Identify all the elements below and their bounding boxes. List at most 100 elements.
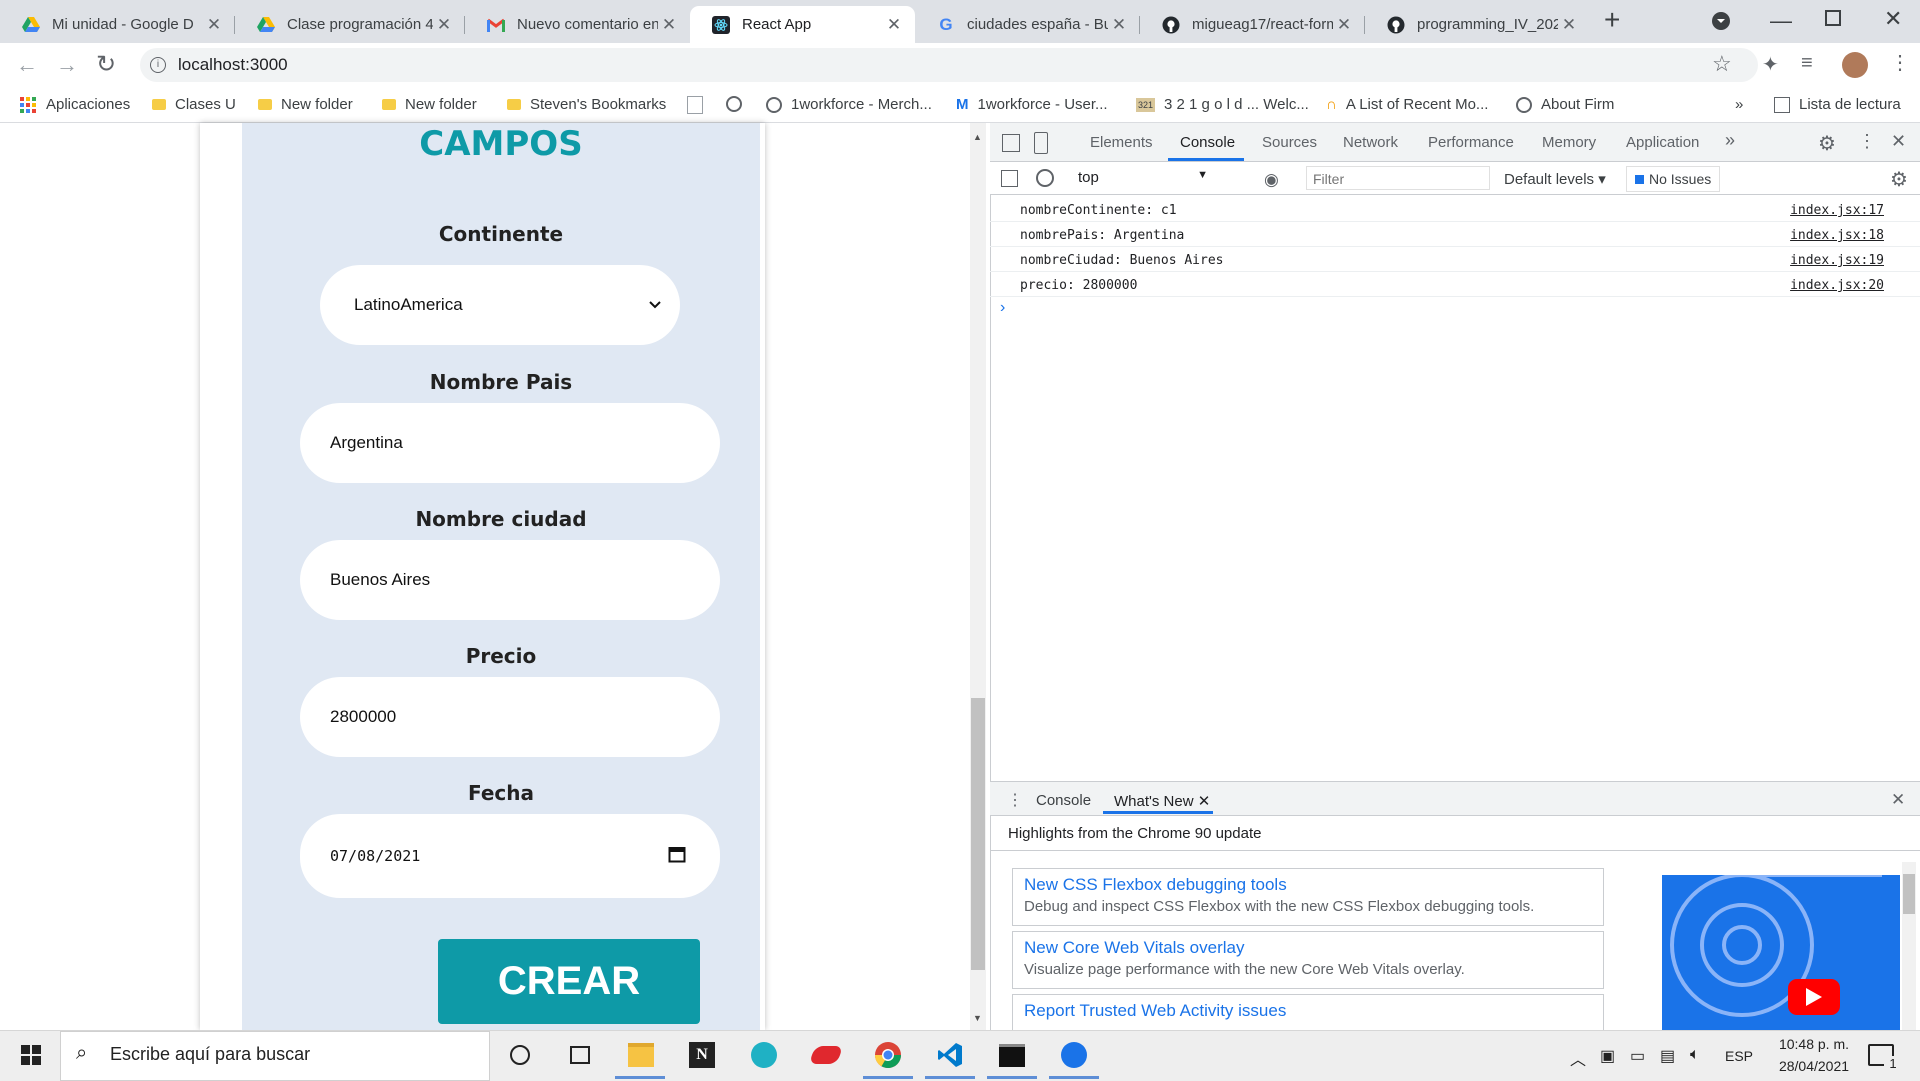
battery-icon[interactable]: ▭: [1630, 1046, 1645, 1066]
file-explorer-icon[interactable]: [626, 1040, 656, 1070]
tab-performance[interactable]: Performance: [1428, 134, 1514, 151]
price-input[interactable]: 2800000: [300, 677, 720, 757]
close-icon[interactable]: ✕: [1108, 15, 1130, 35]
restore-button[interactable]: [1825, 10, 1841, 26]
bookmark-page-icon[interactable]: [687, 96, 703, 114]
close-devtools-icon[interactable]: ✕: [1891, 131, 1906, 152]
url-text[interactable]: localhost:3000: [178, 55, 288, 75]
new-tab-button[interactable]: +: [1604, 4, 1620, 36]
tray-expand-icon[interactable]: ︿: [1570, 1046, 1586, 1070]
tab-application[interactable]: Application: [1626, 134, 1699, 151]
task-view-icon[interactable]: [565, 1040, 595, 1070]
bookmark-recent-mo[interactable]: ∩ A List of Recent Mo...: [1326, 96, 1488, 113]
volume-icon[interactable]: 🔈︎: [1690, 1046, 1700, 1064]
network-icon[interactable]: ▤: [1660, 1046, 1675, 1066]
minimize-button[interactable]: —: [1770, 8, 1792, 34]
tab-mi-unidad[interactable]: Mi unidad - Google D ✕: [0, 6, 235, 43]
tray-app-icon[interactable]: ▣: [1600, 1046, 1615, 1066]
devtools-menu-icon[interactable]: ⋮: [1858, 131, 1876, 152]
more-tabs-button[interactable]: »: [1725, 130, 1735, 151]
forward-button[interactable]: →: [56, 52, 78, 78]
notion-icon[interactable]: N: [687, 1040, 717, 1070]
avatar[interactable]: [1842, 52, 1868, 78]
clock-time[interactable]: 10:48 p. m.: [1770, 1036, 1858, 1052]
terminal-icon[interactable]: [997, 1040, 1027, 1070]
windows-start-icon[interactable]: [16, 1040, 46, 1070]
info-icon[interactable]: i: [150, 57, 166, 73]
extensions-icon[interactable]: ✦: [1762, 52, 1779, 77]
card-title[interactable]: New Core Web Vitals overlay: [1024, 938, 1603, 958]
tab-github-react-form[interactable]: migueag17/react-form ✕: [1140, 6, 1365, 43]
bookmark-stevens[interactable]: Steven's Bookmarks: [507, 96, 666, 113]
bookmark-star-icon[interactable]: ☆: [1712, 51, 1732, 77]
context-select[interactable]: top ▼: [1078, 169, 1208, 186]
whats-new-card[interactable]: Report Trusted Web Activity issues: [1012, 994, 1604, 1031]
address-bar[interactable]: [140, 48, 1758, 82]
country-input[interactable]: Argentina: [300, 403, 720, 483]
tab-search-icon[interactable]: [1712, 12, 1730, 30]
close-icon[interactable]: ✕: [1198, 793, 1211, 810]
inspect-icon[interactable]: [1002, 134, 1020, 152]
close-icon[interactable]: ✕: [1558, 15, 1580, 35]
sidebar-toggle-icon[interactable]: [1001, 170, 1018, 187]
console-prompt[interactable]: ›: [1000, 299, 1005, 317]
clock-date[interactable]: 28/04/2021: [1770, 1058, 1858, 1074]
tab-ciudades-espana[interactable]: G ciudades españa - Bus ✕: [915, 6, 1140, 43]
continent-select[interactable]: LatinoAmerica: [320, 265, 680, 345]
bookmarks-more[interactable]: »: [1735, 96, 1743, 113]
card-title[interactable]: Report Trusted Web Activity issues: [1024, 1001, 1603, 1021]
whats-new-card[interactable]: New CSS Flexbox debugging tools Debug an…: [1012, 868, 1604, 926]
edge-icon[interactable]: [749, 1040, 779, 1070]
close-icon[interactable]: ✕: [883, 15, 905, 35]
tab-gmail[interactable]: Nuevo comentario en ✕: [465, 6, 690, 43]
menu-icon[interactable]: ⋮: [1890, 50, 1910, 75]
calendar-icon[interactable]: [668, 845, 686, 868]
tab-elements[interactable]: Elements: [1090, 134, 1153, 151]
device-toolbar-icon[interactable]: [1034, 132, 1048, 154]
rdp-icon[interactable]: [808, 1040, 844, 1070]
whats-new-card[interactable]: New Core Web Vitals overlay Visualize pa…: [1012, 931, 1604, 989]
bookmark-about-firm[interactable]: About Firm: [1516, 96, 1614, 113]
bookmark-1workforce-merch[interactable]: 1workforce - Merch...: [766, 96, 932, 113]
log-source-link[interactable]: index.jsx:17: [1790, 203, 1884, 218]
clear-console-icon[interactable]: [1036, 169, 1054, 187]
drawer-tab-console[interactable]: Console: [1036, 792, 1091, 809]
chrome-icon[interactable]: [873, 1040, 903, 1070]
close-drawer-icon[interactable]: ✕: [1891, 790, 1905, 810]
media-control-icon[interactable]: ≡: [1801, 52, 1813, 75]
scrollbar-thumb[interactable]: [971, 698, 985, 970]
bookmark-1workforce-user[interactable]: M 1workforce - User...: [956, 96, 1108, 113]
log-source-link[interactable]: index.jsx:18: [1790, 228, 1884, 243]
bookmark-apps[interactable]: Aplicaciones: [20, 96, 130, 113]
tab-memory[interactable]: Memory: [1542, 134, 1596, 151]
close-window-button[interactable]: ✕: [1884, 6, 1902, 32]
filter-input[interactable]: Filter: [1306, 166, 1490, 190]
reading-list[interactable]: Lista de lectura: [1774, 96, 1901, 113]
tab-network[interactable]: Network: [1343, 134, 1398, 151]
tab-sources[interactable]: Sources: [1262, 134, 1317, 151]
drawer-menu-icon[interactable]: ⋮: [1007, 790, 1023, 810]
bookmark-new-folder-1[interactable]: New folder: [258, 96, 353, 113]
back-button[interactable]: ←: [16, 52, 38, 78]
drawer-scroll-thumb[interactable]: [1903, 874, 1915, 914]
drawer-tab-whats-new[interactable]: What's New ✕: [1114, 792, 1210, 810]
whats-new-video-thumbnail[interactable]: [1662, 875, 1900, 1030]
reload-button[interactable]: ↻: [96, 50, 116, 79]
scroll-up-arrow[interactable]: ▲: [973, 132, 982, 142]
console-settings-icon[interactable]: ⚙: [1890, 167, 1908, 192]
close-icon[interactable]: ✕: [203, 15, 225, 35]
log-source-link[interactable]: index.jsx:20: [1790, 278, 1884, 293]
close-icon[interactable]: ✕: [658, 15, 680, 35]
default-levels-dropdown[interactable]: Default levels ▾: [1504, 170, 1606, 188]
city-input[interactable]: Buenos Aires: [300, 540, 720, 620]
crear-button[interactable]: CREAR: [438, 939, 700, 1024]
settings-gear-icon[interactable]: ⚙: [1818, 131, 1836, 156]
input-language[interactable]: ESP: [1725, 1048, 1753, 1064]
vscode-icon[interactable]: [935, 1040, 965, 1070]
log-source-link[interactable]: index.jsx:19: [1790, 253, 1884, 268]
close-icon[interactable]: ✕: [433, 15, 455, 35]
card-title[interactable]: New CSS Flexbox debugging tools: [1024, 875, 1603, 895]
youtube-play-icon[interactable]: [1788, 979, 1840, 1015]
bookmark-clases-u[interactable]: Clases U: [152, 96, 236, 113]
cortana-icon[interactable]: [505, 1040, 535, 1070]
